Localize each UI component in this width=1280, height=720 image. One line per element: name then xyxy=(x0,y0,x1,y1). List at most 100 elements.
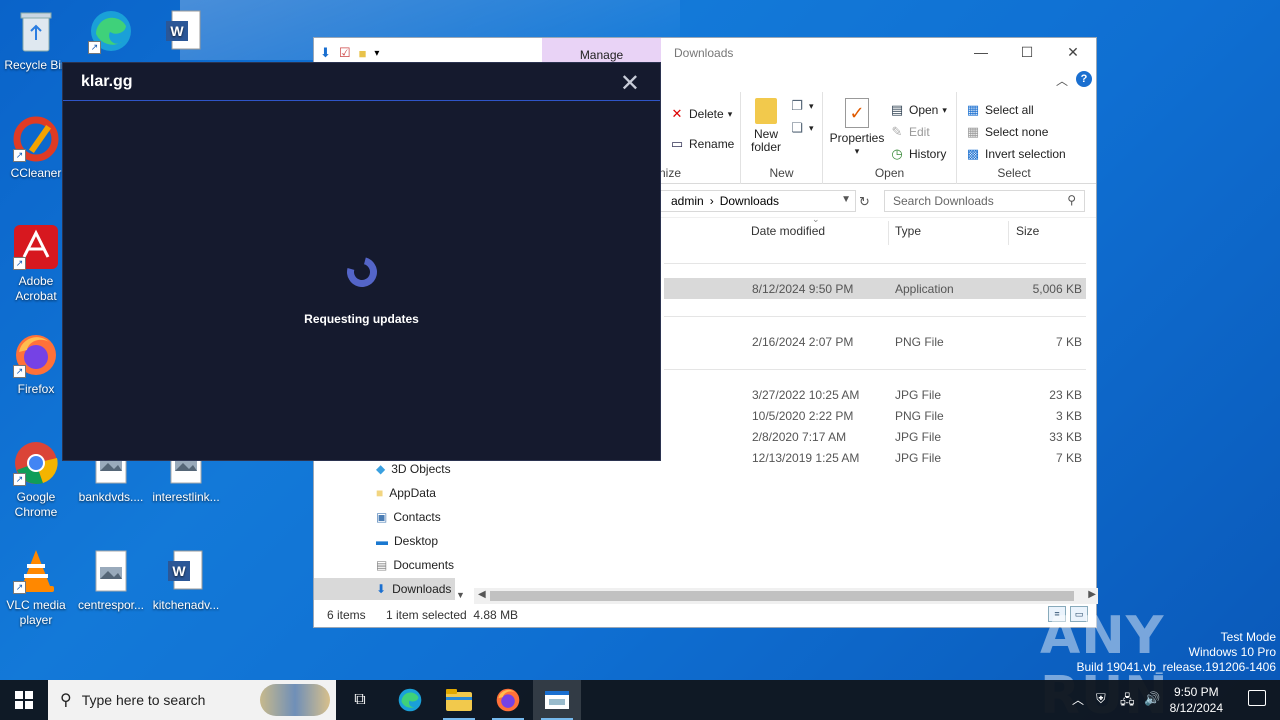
shortcut-arrow-icon: ↗ xyxy=(88,41,101,54)
table-row[interactable]: 2/8/2020 7:17 AM JPG File 33 KB xyxy=(664,426,1086,447)
firefox-icon xyxy=(496,688,520,712)
nav-item-downloads[interactable]: ⬇ Downloads xyxy=(314,578,455,600)
desktop-icon-edge[interactable]: ↗ xyxy=(75,8,147,58)
nav-scroll-down-icon[interactable]: ▼ xyxy=(456,590,465,600)
nav-item-3d-objects[interactable]: ◆ 3D Objects xyxy=(376,458,469,480)
word-document-icon: W xyxy=(161,8,207,54)
horizontal-scrollbar[interactable]: ◀ ▶ xyxy=(474,588,1098,604)
nav-item-desktop[interactable]: ▬ Desktop xyxy=(376,530,469,552)
column-divider[interactable] xyxy=(888,221,889,245)
ribbon-group-select: ▦ Select all ▦ Select none ▩ Invert sele… xyxy=(957,92,1071,184)
column-header-date-modified[interactable]: Date modified xyxy=(751,224,825,246)
taskbar-file-explorer[interactable] xyxy=(435,680,483,720)
nav-item-contacts[interactable]: ▣ Contacts xyxy=(376,506,469,528)
documents-icon: ▤ xyxy=(376,558,388,572)
easy-access-icon: ❏ xyxy=(791,120,803,135)
download-arrow-icon: ⬇ xyxy=(320,45,331,60)
network-icon[interactable]: 🖧 xyxy=(1120,691,1135,713)
close-icon[interactable]: ✕ xyxy=(620,69,640,98)
close-button[interactable]: ✕ xyxy=(1050,38,1096,68)
contacts-icon: ▣ xyxy=(376,510,388,524)
scroll-left-icon[interactable]: ◀ xyxy=(478,589,486,600)
new-folder-button[interactable]: New folder xyxy=(747,98,785,154)
file-size: 7 KB xyxy=(1055,335,1082,349)
refresh-icon[interactable]: ↻ xyxy=(859,194,870,210)
easy-access-button[interactable]: ❏ ▾ xyxy=(789,120,813,136)
search-input[interactable]: Search Downloads ⚲ xyxy=(884,190,1085,212)
select-none-button[interactable]: ▦ Select none xyxy=(965,124,1049,140)
taskbar-edge[interactable] xyxy=(386,680,434,720)
properties-check-icon[interactable]: ☑ xyxy=(339,45,351,61)
new-item-button[interactable]: ❐ ▾ xyxy=(789,98,813,114)
nav-item-documents[interactable]: ▤ Documents xyxy=(376,554,469,576)
new-folder-icon[interactable]: ■ xyxy=(359,46,367,61)
table-row[interactable]: 3/27/2022 10:25 AM JPG File 23 KB xyxy=(664,384,1086,405)
column-header-type[interactable]: Type xyxy=(895,224,921,246)
help-icon[interactable]: ? xyxy=(1076,71,1092,87)
column-header-size[interactable]: Size xyxy=(1016,224,1039,246)
chevron-down-icon[interactable]: ▼ xyxy=(841,194,851,205)
ribbon-group-title: nize xyxy=(659,166,682,180)
start-button[interactable] xyxy=(0,680,48,720)
scrollbar-thumb[interactable] xyxy=(490,591,1074,601)
launcher-dialog[interactable]: klar.gg ✕ Requesting updates xyxy=(62,62,661,461)
desktop-icon-label: bankdvds.... xyxy=(78,490,144,504)
ribbon-group-new: New folder ❐ ▾ ❏ ▾ New xyxy=(741,92,823,184)
desktop-icon-label: kitchenadv... xyxy=(152,598,220,612)
select-all-button[interactable]: ▦ Select all xyxy=(965,102,1034,118)
minimize-button[interactable]: — xyxy=(958,38,1004,68)
rename-button[interactable]: ▭ Rename xyxy=(669,136,735,152)
desktop-icon-label: centrespor... xyxy=(77,598,145,612)
chevron-down-icon[interactable]: ▾ xyxy=(374,48,379,59)
group-divider xyxy=(664,369,1086,370)
maximize-button[interactable]: ☐ xyxy=(1004,38,1050,68)
table-row[interactable]: 12/13/2019 1:25 AM JPG File 7 KB xyxy=(664,447,1086,468)
task-view-button[interactable]: ⧉ xyxy=(336,680,384,720)
desktop-icon-word-doc[interactable]: W xyxy=(148,8,220,58)
taskbar-firefox[interactable] xyxy=(484,680,532,720)
volume-icon[interactable]: 🔊 xyxy=(1144,691,1160,707)
security-icon[interactable]: ⛨ xyxy=(1096,691,1106,707)
desktop-icon-centrespor[interactable]: centrespor... xyxy=(75,548,147,613)
breadcrumb-separator[interactable]: › xyxy=(710,194,714,208)
breadcrumb-admin[interactable]: admin xyxy=(671,194,704,208)
taskbar-launcher-app[interactable] xyxy=(533,680,581,720)
taskbar: ⚲ Type here to search ⧉ ︿ ⛨ 🖧 🔊 9:50 PM … xyxy=(0,680,1280,720)
table-row[interactable]: 8/12/2024 9:50 PM Application 5,006 KB xyxy=(664,278,1086,299)
table-row[interactable]: 10/5/2020 2:22 PM PNG File 3 KB xyxy=(664,405,1086,426)
folder-icon xyxy=(755,98,777,124)
invert-selection-button[interactable]: ▩ Invert selection xyxy=(965,146,1066,162)
clock[interactable]: 9:50 PM 8/12/2024 xyxy=(1170,684,1223,716)
properties-button[interactable]: ✓ Properties ▾ xyxy=(829,98,885,158)
status-bar: 6 items 1 item selected 4.88 MB ≡ ▭ xyxy=(314,603,1096,627)
desktop-folder-icon: ▬ xyxy=(376,534,388,548)
column-divider[interactable] xyxy=(1008,221,1009,245)
dialog-title: klar.gg xyxy=(81,73,133,90)
cube-icon: ◆ xyxy=(376,462,386,476)
breadcrumb-downloads[interactable]: Downloads xyxy=(720,194,779,208)
open-button[interactable]: ▤ Open ▾ xyxy=(889,102,947,118)
desktop-icon-kitchenadv[interactable]: W kitchenadv... xyxy=(150,548,222,613)
taskbar-search[interactable]: ⚲ Type here to search xyxy=(48,680,336,720)
file-date: 2/8/2020 7:17 AM xyxy=(752,430,847,444)
taskbar-search-placeholder: Type here to search xyxy=(81,692,206,708)
watermark-line-3: Build 19041.vb_release.191206-1406 xyxy=(1076,660,1277,674)
address-bar[interactable]: admin › Downloads ▼ xyxy=(656,190,856,212)
window-controls: — ☐ ✕ xyxy=(958,38,1096,68)
open-icon: ▤ xyxy=(890,102,904,117)
file-type: JPG File xyxy=(895,430,942,444)
notification-center-icon[interactable] xyxy=(1248,690,1266,706)
delete-button[interactable]: ✕ Delete ▾ xyxy=(669,106,733,122)
table-row[interactable]: 2/16/2024 2:07 PM PNG File 7 KB xyxy=(664,331,1086,352)
ribbon-group-organize: ✕ Delete ▾ ▭ Rename nize xyxy=(659,92,741,184)
chevron-up-icon[interactable]: ︿ xyxy=(1056,72,1068,89)
windows-watermark: Test Mode Windows 10 Pro Build 19041.vb_… xyxy=(1077,630,1277,675)
history-button[interactable]: ◷ History xyxy=(889,146,946,162)
scroll-right-icon[interactable]: ▶ xyxy=(1088,589,1096,600)
navigation-pane[interactable]: ◆ 3D Objects ■ AppData ▣ Contacts ▬ Desk… xyxy=(314,458,469,604)
edit-button[interactable]: ✎ Edit xyxy=(889,124,930,140)
desktop-icon-vlc[interactable]: ↗ VLC media player xyxy=(0,548,72,628)
nav-item-appdata[interactable]: ■ AppData xyxy=(376,482,469,504)
shortcut-arrow-icon: ↗ xyxy=(13,581,26,594)
chevron-up-icon[interactable]: ︿ xyxy=(1072,691,1084,708)
